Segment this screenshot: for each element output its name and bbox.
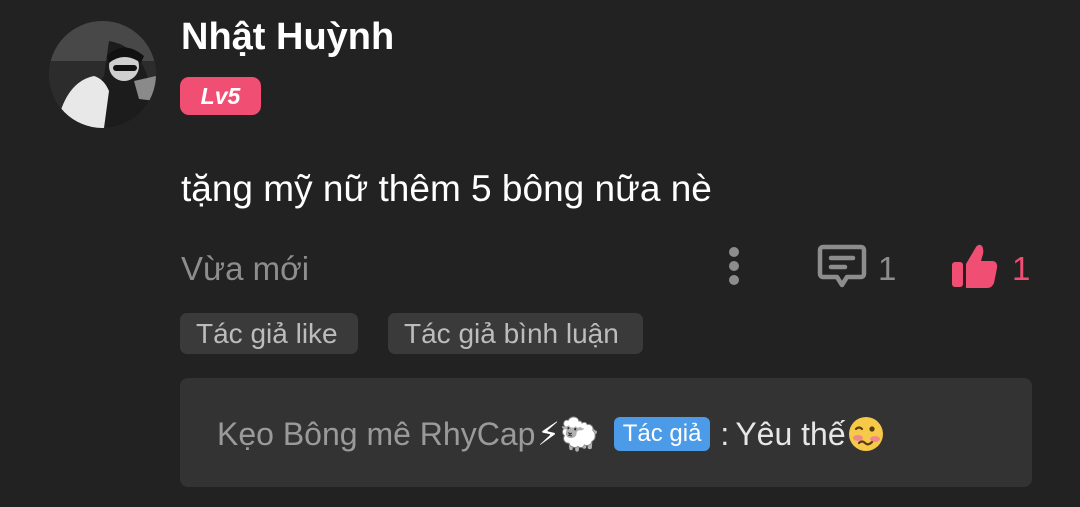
avatar[interactable] [49, 21, 156, 128]
more-vertical-icon [729, 247, 739, 285]
reply-message: Yêu thế [735, 415, 846, 452]
like-count: 1 [1012, 250, 1031, 287]
reply-line: Kẹo Bông mê RhyCap ⚡🐑 Tác giả : Yêu thế [217, 411, 885, 457]
timestamp: Vừa mới [181, 250, 310, 287]
reply-button[interactable]: 1 [816, 240, 906, 292]
reply-author-name[interactable]: Kẹo Bông mê RhyCap [217, 416, 535, 453]
tag-author-replied: Tác giả bình luận [388, 313, 643, 354]
like-button[interactable]: 1 [948, 240, 1038, 292]
comment-bubble-icon [817, 244, 867, 288]
author-badge: Tác giả [613, 417, 711, 451]
level-badge: Lv5 [180, 77, 261, 115]
more-options-button[interactable] [718, 242, 750, 290]
reply-author-emoji: ⚡🐑 [537, 415, 600, 453]
reply-count: 1 [878, 250, 897, 287]
tag-author-liked: Tác giả like [180, 313, 358, 354]
thumbs-up-icon [952, 244, 998, 288]
reply-preview[interactable]: Kẹo Bông mê RhyCap ⚡🐑 Tác giả : Yêu thế [180, 378, 1032, 487]
avatar-photo [49, 21, 156, 128]
woozy-face-icon [848, 417, 883, 451]
comment-text: tặng mỹ nữ thêm 5 bông nữa nè [181, 168, 712, 209]
username[interactable]: Nhật Huỳnh [181, 16, 394, 59]
reply-separator: : [720, 415, 730, 452]
